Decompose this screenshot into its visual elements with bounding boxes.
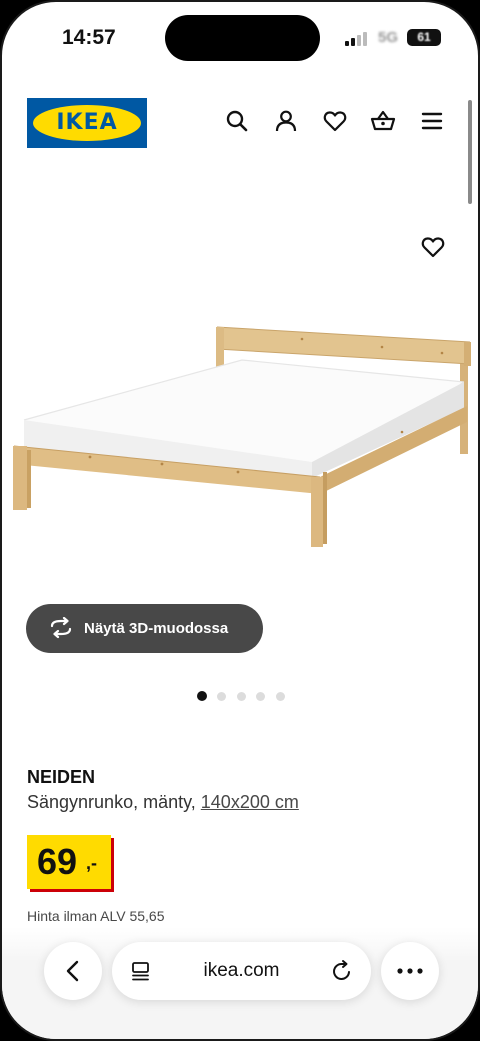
product-image[interactable] bbox=[2, 202, 478, 622]
basket-icon[interactable] bbox=[370, 108, 396, 134]
product-description: Sängynrunko, mänty, 140x200 cm bbox=[27, 792, 299, 813]
carousel-dot[interactable] bbox=[197, 691, 207, 701]
phone-screen: 14:57 5G 61 IKEA Näytä 3D-muodossa NEIDE… bbox=[0, 0, 480, 1041]
price-tag: 69 ,- bbox=[27, 835, 111, 889]
price-without-vat: Hinta ilman ALV 55,65 bbox=[27, 908, 165, 924]
carousel-dot[interactable] bbox=[237, 692, 246, 701]
signal-icon bbox=[345, 32, 371, 46]
view-3d-label: Näytä 3D-muodossa bbox=[84, 620, 229, 637]
favorite-icon[interactable] bbox=[420, 234, 446, 260]
reload-icon[interactable] bbox=[330, 959, 354, 983]
ikea-logo[interactable]: IKEA bbox=[27, 98, 147, 148]
product-name: NEIDEN bbox=[27, 767, 96, 787]
rotate-3d-icon bbox=[50, 617, 72, 639]
back-button[interactable] bbox=[44, 942, 102, 1000]
status-bar: 14:57 5G 61 bbox=[2, 2, 478, 74]
carousel-dot[interactable] bbox=[276, 692, 285, 701]
chevron-left-icon bbox=[66, 960, 79, 982]
more-icon bbox=[397, 968, 423, 974]
wishlist-icon[interactable] bbox=[322, 108, 348, 134]
price-value: 69 bbox=[37, 841, 78, 882]
carousel-dot[interactable] bbox=[217, 692, 226, 701]
product-type: Sängynrunko, mänty, bbox=[27, 792, 196, 812]
bed-illustration bbox=[13, 326, 471, 547]
menu-icon[interactable] bbox=[419, 108, 445, 134]
more-options-button[interactable] bbox=[381, 942, 439, 1000]
address-bar[interactable]: ikea.com bbox=[112, 942, 371, 1000]
status-time: 14:57 bbox=[62, 26, 116, 49]
dynamic-island bbox=[165, 15, 320, 61]
logo-text: IKEA bbox=[56, 110, 118, 135]
account-icon[interactable] bbox=[273, 108, 299, 134]
search-icon[interactable] bbox=[224, 108, 250, 134]
page-scrollbar[interactable] bbox=[468, 100, 472, 204]
site-header: IKEA bbox=[2, 98, 478, 148]
size-link[interactable]: 140x200 cm bbox=[201, 792, 299, 812]
battery-icon: 61 bbox=[407, 29, 441, 46]
price-suffix: ,- bbox=[86, 853, 97, 873]
battery-level: 61 bbox=[417, 30, 431, 44]
view-3d-button[interactable]: Näytä 3D-muodossa bbox=[26, 604, 263, 653]
carousel-dot[interactable] bbox=[256, 692, 265, 701]
network-label: 5G bbox=[378, 29, 399, 46]
